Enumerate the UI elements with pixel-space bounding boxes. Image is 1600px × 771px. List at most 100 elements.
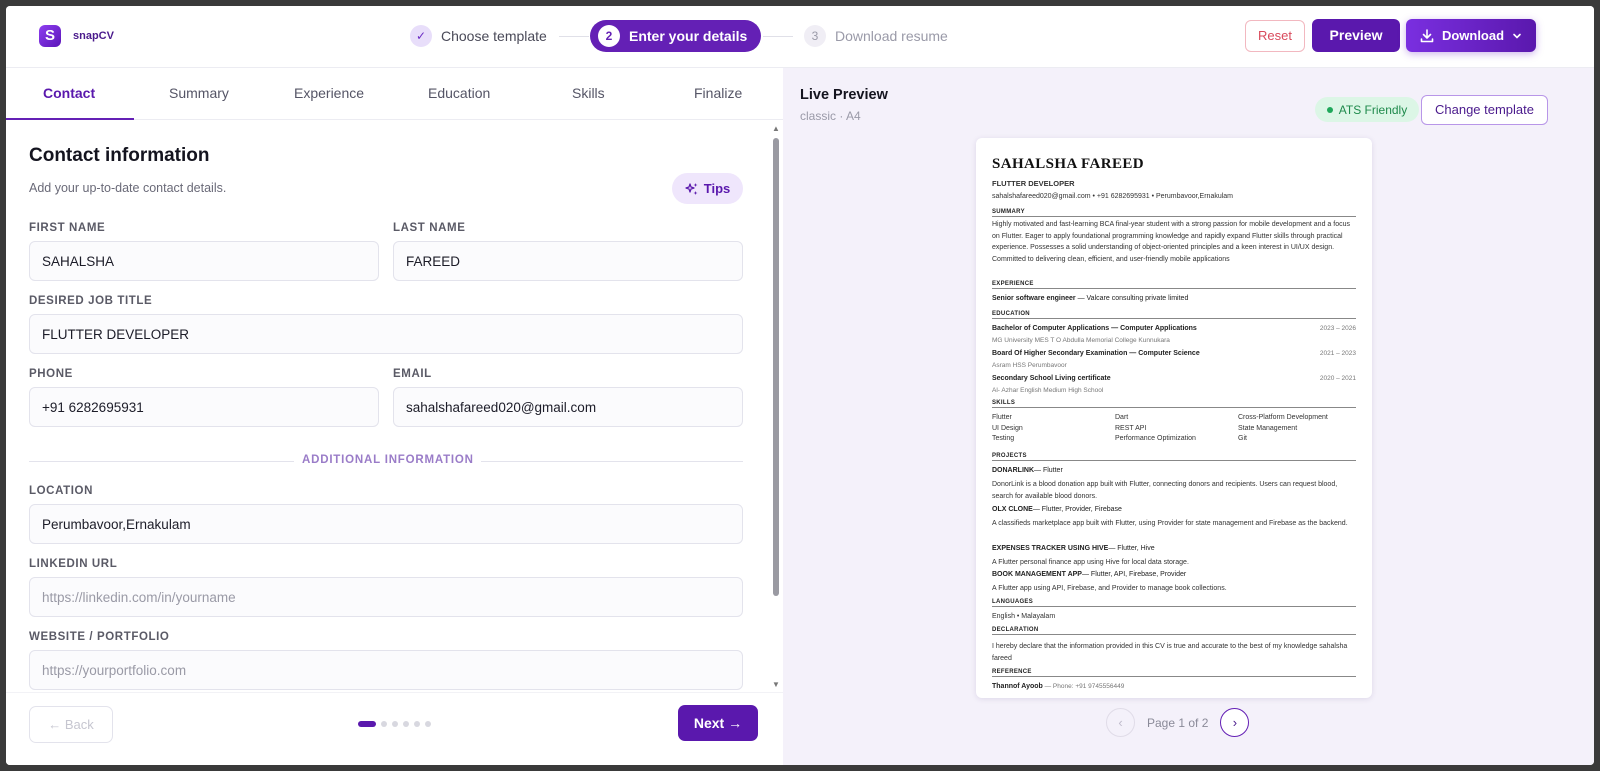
download-button[interactable]: Download bbox=[1406, 19, 1536, 52]
step-download-resume[interactable]: 3 Download resume bbox=[804, 20, 948, 52]
last-name-input[interactable] bbox=[393, 241, 743, 281]
location-label: LOCATION bbox=[29, 485, 93, 497]
cv-education-item: Board Of Higher Secondary Examination — … bbox=[992, 350, 1356, 357]
website-label: WEBSITE / PORTFOLIO bbox=[29, 631, 170, 643]
first-name-input[interactable] bbox=[29, 241, 379, 281]
location-input[interactable] bbox=[29, 504, 743, 544]
ats-label: ATS Friendly bbox=[1338, 102, 1408, 117]
scroll-up-icon[interactable]: ▲ bbox=[772, 124, 780, 133]
tab-contact[interactable]: Contact bbox=[43, 85, 95, 101]
form-scrollbar[interactable]: ▲ ▼ bbox=[772, 124, 780, 692]
cv-section-heading: LANGUAGES bbox=[992, 599, 1356, 607]
cv-contact: sahalshafareed020@gmail.com • +91 628269… bbox=[992, 193, 1234, 200]
template-info: classic · A4 bbox=[800, 109, 861, 123]
email-input[interactable] bbox=[393, 387, 743, 427]
cv-education-item: Bachelor of Computer Applications — Comp… bbox=[992, 325, 1356, 332]
section-tabs: Contact Summary Experience Education Ski… bbox=[6, 68, 783, 120]
tab-education[interactable]: Education bbox=[428, 85, 490, 101]
download-icon bbox=[1420, 28, 1434, 42]
next-button[interactable]: Next → bbox=[678, 705, 758, 741]
live-preview-title: Live Preview bbox=[800, 87, 888, 103]
section-title: Contact information bbox=[29, 145, 210, 166]
cv-reference-item: Thannof Ayoob — Phone: +91 9745556449 bbox=[992, 683, 1125, 690]
divider bbox=[481, 461, 743, 462]
cv-skills-grid: Flutter Dart Cross-Platform Development UI… bbox=[992, 414, 1328, 442]
status-dot-icon bbox=[1326, 106, 1333, 113]
cv-education-school: MG University MES T O Abdulla Memorial C… bbox=[992, 337, 1170, 344]
cv-education-school: Asram HSS Perumbavoor bbox=[992, 362, 1067, 369]
snapcv-logo-icon[interactable]: S bbox=[39, 25, 61, 47]
back-button[interactable]: ← Back bbox=[29, 706, 113, 743]
step-enter-details[interactable]: 2 Enter your details bbox=[590, 20, 762, 52]
step-number: 2 bbox=[598, 25, 620, 47]
cv-project-item: EXPENSES TRACKER USING HIVE— Flutter, Hi… bbox=[992, 545, 1155, 552]
reset-button[interactable]: Reset bbox=[1245, 20, 1305, 52]
cv-section-heading: DECLARATION bbox=[992, 627, 1356, 635]
step-label: Download resume bbox=[835, 28, 948, 44]
progress-dot bbox=[414, 721, 420, 727]
chevron-down-icon bbox=[1513, 33, 1521, 39]
chevron-left-icon[interactable]: ‹ bbox=[1106, 708, 1135, 737]
brand-name[interactable]: snapCV bbox=[73, 30, 114, 42]
progress-dot bbox=[381, 721, 387, 727]
cv-project-desc: A classifieds marketplace app built with… bbox=[992, 520, 1348, 527]
cv-section-heading: REFERENCE bbox=[992, 669, 1356, 677]
step-connector bbox=[763, 36, 793, 37]
sparkles-icon bbox=[685, 182, 698, 195]
top-header: S snapCV ✓ Choose template 2 Enter your … bbox=[6, 6, 1594, 68]
cv-name: SAHALSHA FAREED bbox=[992, 156, 1145, 172]
section-subtitle: Add your up-to-date contact details. bbox=[29, 181, 227, 195]
linkedin-label: LINKEDIN URL bbox=[29, 558, 118, 570]
progress-dots bbox=[358, 721, 431, 727]
tab-summary[interactable]: Summary bbox=[169, 85, 229, 101]
progress-dot bbox=[358, 721, 376, 727]
preview-button[interactable]: Preview bbox=[1312, 19, 1400, 52]
step-label: Choose template bbox=[441, 28, 547, 44]
tips-button[interactable]: Tips bbox=[672, 173, 743, 204]
progress-dot bbox=[425, 721, 431, 727]
form-footer: ← Back Next → bbox=[6, 692, 783, 765]
tab-finalize[interactable]: Finalize bbox=[694, 85, 742, 101]
cv-role: FLUTTER DEVELOPER bbox=[992, 179, 1075, 188]
scroll-down-icon[interactable]: ▼ bbox=[772, 680, 780, 689]
form-panel: Contact Summary Experience Education Ski… bbox=[6, 68, 783, 765]
cv-experience-item: Senior software engineer — Valcare consu… bbox=[992, 295, 1189, 302]
cv-project-item: OLX CLONE— Flutter, Provider, Firebase bbox=[992, 506, 1122, 513]
tab-experience[interactable]: Experience bbox=[294, 85, 364, 101]
first-name-label: FIRST NAME bbox=[29, 222, 106, 234]
step-connector bbox=[559, 36, 589, 37]
scrollbar-thumb[interactable] bbox=[773, 138, 779, 596]
step-choose-template[interactable]: ✓ Choose template bbox=[410, 20, 547, 52]
job-title-label: DESIRED JOB TITLE bbox=[29, 295, 153, 307]
preview-panel: Live Preview classic · A4 ATS Friendly C… bbox=[783, 68, 1594, 765]
job-title-input[interactable] bbox=[29, 314, 743, 354]
app-window: S snapCV ✓ Choose template 2 Enter your … bbox=[6, 6, 1594, 765]
tab-skills[interactable]: Skills bbox=[572, 85, 605, 101]
progress-dot bbox=[403, 721, 409, 727]
cv-declaration: I hereby declare that the information pr… bbox=[992, 643, 1348, 662]
resume-preview[interactable]: SAHALSHA FAREED FLUTTER DEVELOPER sahals… bbox=[976, 138, 1372, 698]
active-tab-indicator bbox=[6, 118, 134, 120]
chevron-right-icon[interactable]: › bbox=[1220, 708, 1250, 737]
cv-education-school: Al- Azhar English Medium High School bbox=[992, 387, 1104, 394]
page-indicator: Page 1 of 2 bbox=[1147, 715, 1209, 730]
last-name-label: LAST NAME bbox=[393, 222, 466, 234]
email-label: EMAIL bbox=[393, 368, 432, 380]
check-icon: ✓ bbox=[410, 25, 432, 47]
cv-languages: English • Malayalam bbox=[992, 613, 1056, 620]
linkedin-input[interactable] bbox=[29, 577, 743, 617]
progress-dot bbox=[392, 721, 398, 727]
website-input[interactable] bbox=[29, 650, 743, 690]
divider bbox=[29, 461, 294, 462]
cv-section-heading: EDUCATION bbox=[992, 311, 1356, 319]
cv-project-desc: A Flutter personal finance app using Hiv… bbox=[992, 559, 1189, 566]
cv-section-heading: SUMMARY bbox=[992, 209, 1356, 217]
phone-input[interactable] bbox=[29, 387, 379, 427]
cv-section-heading: PROJECTS bbox=[992, 453, 1356, 461]
phone-label: PHONE bbox=[29, 368, 73, 380]
tips-label: Tips bbox=[703, 181, 731, 196]
change-template-button[interactable]: Change template bbox=[1421, 95, 1548, 125]
cv-project-item: BOOK MANAGEMENT APP— Flutter, API, Fireb… bbox=[992, 571, 1187, 578]
cv-section-heading: EXPERIENCE bbox=[992, 281, 1356, 289]
cv-project-desc: DonorLink is a blood donation app built … bbox=[992, 481, 1338, 500]
